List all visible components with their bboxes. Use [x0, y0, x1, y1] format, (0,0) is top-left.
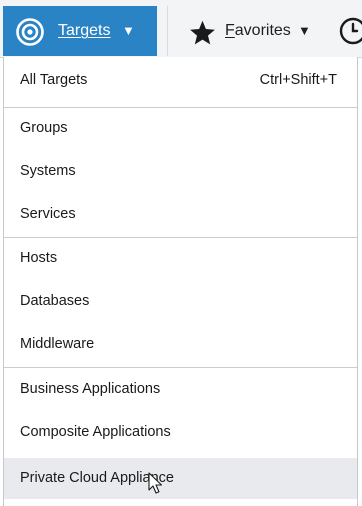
menu-divider: [4, 367, 357, 368]
menubar: Targets ▼ Favorites ▼: [0, 0, 362, 58]
targets-icon: [16, 18, 44, 46]
menu-item-hosts[interactable]: Hosts: [4, 239, 357, 277]
chevron-down-icon: ▼: [122, 23, 135, 38]
menu-item-databases[interactable]: Databases: [4, 282, 357, 320]
menu-item-label: Systems: [20, 163, 76, 179]
menu-item-private-cloud-appliance[interactable]: Private Cloud Appliance: [4, 458, 357, 499]
history-icon[interactable]: [338, 16, 362, 46]
targets-dropdown-menu: All Targets Ctrl+Shift+T Groups Systems …: [3, 57, 358, 506]
menu-item-label: Services: [20, 206, 76, 222]
targets-menu-label: Targets: [58, 22, 111, 39]
keyboard-shortcut: Ctrl+Shift+T: [259, 72, 337, 88]
menu-item-label: Hosts: [20, 250, 58, 266]
favorites-mnemonic: F: [225, 22, 235, 39]
menu-item-composite-applications[interactable]: Composite Applications: [4, 413, 357, 451]
menu-item-label: Composite Applications: [20, 424, 171, 440]
menu-divider: [4, 107, 357, 108]
menu-item-services[interactable]: Services: [4, 195, 357, 233]
favorites-label-rest: avorites: [234, 22, 291, 39]
favorites-menu-label: Favorites: [225, 22, 291, 40]
targets-menu-button[interactable]: Targets ▼: [3, 6, 157, 56]
menu-item-label: Middleware: [20, 336, 95, 352]
page: Targets ▼ Favorites ▼ All Targets Ctrl+S…: [0, 0, 362, 506]
menu-item-label: All Targets: [20, 72, 88, 88]
menu-divider: [4, 237, 357, 238]
menu-item-all-targets[interactable]: All Targets Ctrl+Shift+T: [4, 61, 357, 99]
chevron-down-icon: ▼: [298, 23, 311, 38]
star-icon: [190, 20, 215, 45]
menubar-divider: [167, 6, 168, 56]
menu-item-systems[interactable]: Systems: [4, 152, 357, 190]
menu-item-middleware[interactable]: Middleware: [4, 325, 357, 363]
menu-item-groups[interactable]: Groups: [4, 109, 357, 147]
menu-item-label: Business Applications: [20, 381, 161, 397]
menu-item-label: Databases: [20, 293, 90, 309]
menu-item-business-applications[interactable]: Business Applications: [4, 370, 357, 408]
favorites-menu-button[interactable]: Favorites ▼: [180, 6, 330, 56]
menu-item-label: Private Cloud Appliance: [20, 470, 174, 486]
menu-item-label: Groups: [20, 120, 68, 136]
